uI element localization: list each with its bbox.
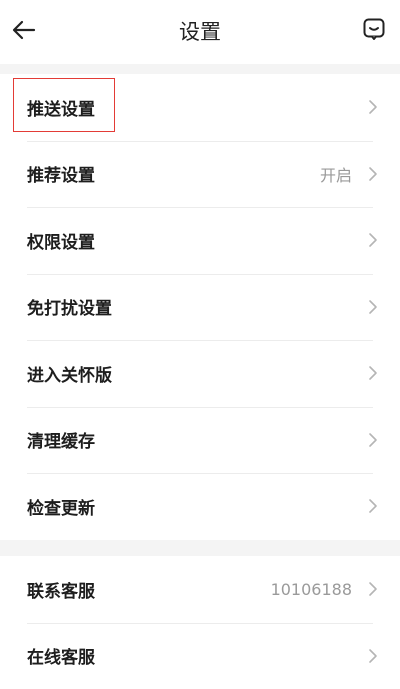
feedback-chat-icon [362,17,386,45]
row-label: 在线客服 [27,648,95,669]
page-title: 设置 [179,20,221,44]
chevron-right-icon [368,498,378,514]
top-bar: 设置 [0,0,400,64]
section-divider [0,540,400,556]
row-label: 检查更新 [27,498,95,519]
row-clear-cache[interactable]: 清理缓存 [0,406,400,474]
section-divider [0,64,400,74]
row-recommend-settings[interactable]: 推荐设置 开启 [0,140,400,208]
row-label: 权限设置 [27,232,95,253]
row-label: 推送设置 [27,99,95,120]
row-do-not-disturb[interactable]: 免打扰设置 [0,273,400,341]
settings-group-support: 联系客服 10106188 在线客服 [0,556,400,689]
settings-screen: 设置 推送设置 推荐设置 开启 权限设置 免打扰设置 进入关怀版 清理缓存 检查… [0,0,400,689]
chevron-right-icon [368,99,378,115]
row-label: 免打扰设置 [27,299,112,320]
row-contact-service[interactable]: 联系客服 10106188 [0,556,400,623]
settings-group-main: 推送设置 推荐设置 开启 权限设置 免打扰设置 进入关怀版 清理缓存 检查更新 [0,74,400,540]
feedback-button[interactable] [360,17,388,45]
row-label: 推荐设置 [27,166,95,187]
row-permission-settings[interactable]: 权限设置 [0,207,400,274]
chevron-right-icon [368,365,378,381]
row-online-service[interactable]: 在线客服 [0,622,400,689]
row-label: 进入关怀版 [27,365,112,386]
row-value: 开启 [319,165,352,185]
chevron-right-icon [368,432,378,448]
row-check-update[interactable]: 检查更新 [0,473,400,540]
row-push-settings[interactable]: 推送设置 [0,74,400,141]
row-label: 清理缓存 [27,432,95,453]
chevron-right-icon [368,299,378,315]
chevron-right-icon [368,581,378,597]
row-label: 联系客服 [27,581,95,602]
row-care-mode[interactable]: 进入关怀版 [0,340,400,407]
chevron-right-icon [368,166,378,182]
chevron-right-icon [368,232,378,248]
chevron-right-icon [368,648,378,664]
row-value: 10106188 [270,579,352,599]
